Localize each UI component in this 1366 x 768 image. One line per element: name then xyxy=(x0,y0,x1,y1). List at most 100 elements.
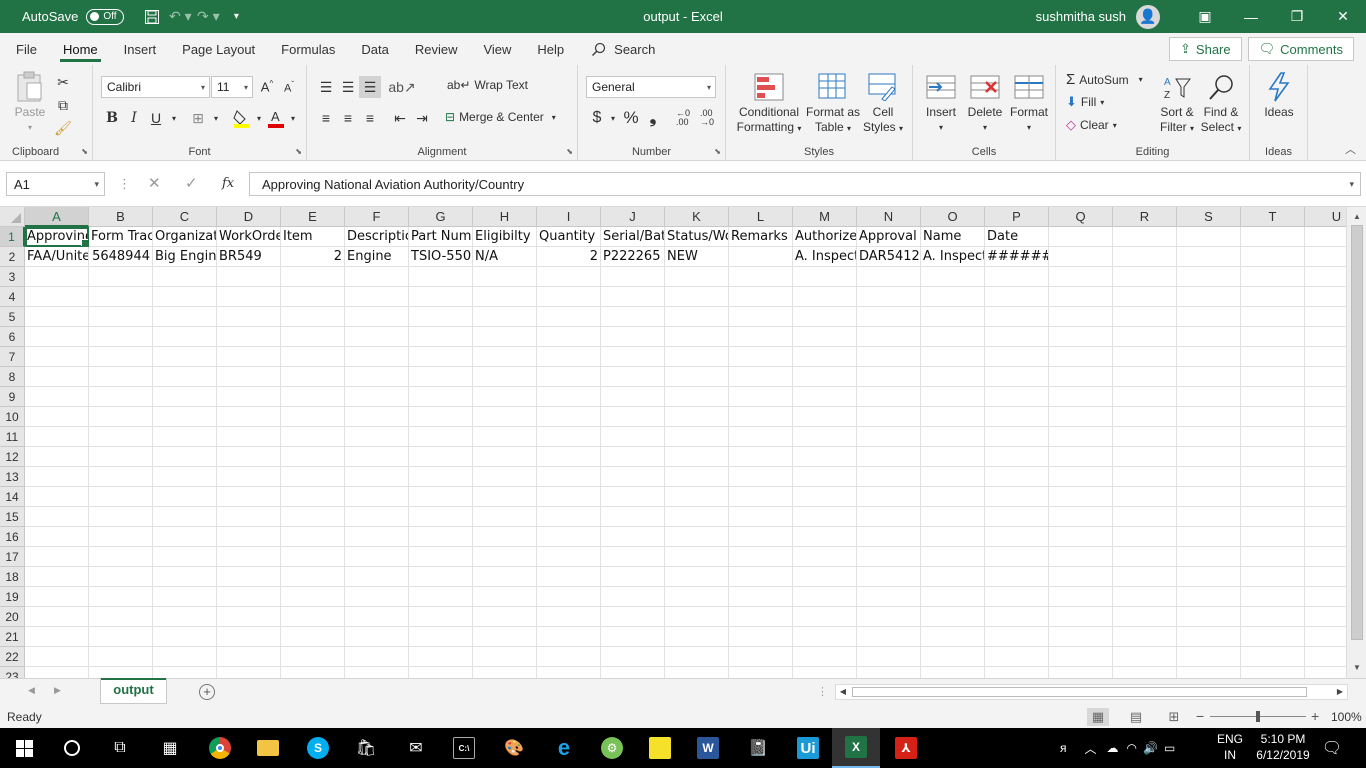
ideas-button[interactable]: Ideas xyxy=(1256,71,1302,120)
taskbar-uipath[interactable]: Ui xyxy=(784,728,832,768)
cell-k23[interactable] xyxy=(665,667,729,678)
cell-m5[interactable] xyxy=(793,307,857,327)
cell-c6[interactable] xyxy=(153,327,217,347)
cell-m8[interactable] xyxy=(793,367,857,387)
cell-n12[interactable] xyxy=(857,447,921,467)
cell-g18[interactable] xyxy=(409,567,473,587)
minimize-button[interactable]: — xyxy=(1228,0,1274,33)
cell-i19[interactable] xyxy=(537,587,601,607)
cell-t4[interactable] xyxy=(1241,287,1305,307)
column-header-o[interactable]: O xyxy=(921,207,985,227)
cell-r23[interactable] xyxy=(1113,667,1177,678)
cell-m3[interactable] xyxy=(793,267,857,287)
cell-h10[interactable] xyxy=(473,407,537,427)
cell-b11[interactable] xyxy=(89,427,153,447)
taskbar-acrobat[interactable]: ⅄ xyxy=(882,728,930,768)
cell-r15[interactable] xyxy=(1113,507,1177,527)
decrease-decimal-button[interactable]: .00 →0 xyxy=(696,107,718,129)
borders-dropdown[interactable]: ▾ xyxy=(205,107,227,129)
cell-a17[interactable] xyxy=(25,547,89,567)
cell-h5[interactable] xyxy=(473,307,537,327)
increase-decimal-button[interactable]: ←0.00 xyxy=(672,107,694,129)
cell-o9[interactable] xyxy=(921,387,985,407)
cell-f18[interactable] xyxy=(345,567,409,587)
number-format-combo[interactable]: General ▾ xyxy=(586,76,716,98)
cell-t2[interactable] xyxy=(1241,247,1305,267)
cell-t3[interactable] xyxy=(1241,267,1305,287)
customize-qat-button[interactable]: ▾ xyxy=(222,0,250,33)
cell-h12[interactable] xyxy=(473,447,537,467)
cell-s7[interactable] xyxy=(1177,347,1241,367)
cell-o3[interactable] xyxy=(921,267,985,287)
cell-r3[interactable] xyxy=(1113,267,1177,287)
cell-d11[interactable] xyxy=(217,427,281,447)
cell-l1[interactable]: Remarks xyxy=(729,227,793,247)
cell-c2[interactable]: Big Engine xyxy=(153,247,217,267)
cell-t13[interactable] xyxy=(1241,467,1305,487)
cell-s12[interactable] xyxy=(1177,447,1241,467)
scroll-down-icon[interactable]: ▼ xyxy=(1347,660,1366,676)
tell-me-search[interactable]: Search xyxy=(577,42,655,57)
middle-align-button[interactable]: ☰ xyxy=(337,76,359,98)
cell-t20[interactable] xyxy=(1241,607,1305,627)
cell-o19[interactable] xyxy=(921,587,985,607)
cell-s5[interactable] xyxy=(1177,307,1241,327)
row-header-13[interactable]: 13 xyxy=(0,467,25,487)
cell-e7[interactable] xyxy=(281,347,345,367)
autosum-button[interactable]: Σ AutoSum ▾ xyxy=(1066,71,1143,88)
cell-i17[interactable] xyxy=(537,547,601,567)
cell-h17[interactable] xyxy=(473,547,537,567)
normal-view-button[interactable]: ▦ xyxy=(1087,708,1109,726)
cell-p17[interactable] xyxy=(985,547,1049,567)
cell-f10[interactable] xyxy=(345,407,409,427)
cell-f2[interactable]: Engine xyxy=(345,247,409,267)
cell-d9[interactable] xyxy=(217,387,281,407)
cell-g2[interactable]: TSIO-550B xyxy=(409,247,473,267)
cell-n6[interactable] xyxy=(857,327,921,347)
cell-a23[interactable] xyxy=(25,667,89,678)
cell-c14[interactable] xyxy=(153,487,217,507)
formula-input[interactable]: Approving National Aviation Authority/Co… xyxy=(249,172,1361,196)
cell-a18[interactable] xyxy=(25,567,89,587)
cell-c3[interactable] xyxy=(153,267,217,287)
tab-data[interactable]: Data xyxy=(348,33,401,65)
merge-center-button[interactable]: ⊟ Merge & Center ▾ xyxy=(445,110,556,124)
cell-r21[interactable] xyxy=(1113,627,1177,647)
cell-k19[interactable] xyxy=(665,587,729,607)
row-header-1[interactable]: 1 xyxy=(0,227,25,247)
column-header-h[interactable]: H xyxy=(473,207,537,227)
cell-e17[interactable] xyxy=(281,547,345,567)
cell-b21[interactable] xyxy=(89,627,153,647)
taskbar-skype[interactable]: S xyxy=(294,728,342,768)
cell-k5[interactable] xyxy=(665,307,729,327)
cell-n5[interactable] xyxy=(857,307,921,327)
cortana-button[interactable] xyxy=(48,728,96,768)
wrap-text-button[interactable]: ab↵ Wrap Text xyxy=(447,78,528,92)
cell-j13[interactable] xyxy=(601,467,665,487)
cell-f4[interactable] xyxy=(345,287,409,307)
cell-e11[interactable] xyxy=(281,427,345,447)
cell-d14[interactable] xyxy=(217,487,281,507)
cell-a10[interactable] xyxy=(25,407,89,427)
column-header-l[interactable]: L xyxy=(729,207,793,227)
cell-c5[interactable] xyxy=(153,307,217,327)
cell-o2[interactable]: A. Inspect xyxy=(921,247,985,267)
cell-a19[interactable] xyxy=(25,587,89,607)
save-button[interactable] xyxy=(138,0,166,33)
cell-e2[interactable]: 2 xyxy=(281,247,345,267)
row-header-12[interactable]: 12 xyxy=(0,447,25,467)
cell-o7[interactable] xyxy=(921,347,985,367)
format-painter-button[interactable]: 🖌 xyxy=(52,117,74,139)
font-name-combo[interactable]: Calibri ▾ xyxy=(101,76,210,98)
cell-b19[interactable] xyxy=(89,587,153,607)
cell-l21[interactable] xyxy=(729,627,793,647)
cell-j16[interactable] xyxy=(601,527,665,547)
cell-q6[interactable] xyxy=(1049,327,1113,347)
cell-j5[interactable] xyxy=(601,307,665,327)
cell-b9[interactable] xyxy=(89,387,153,407)
italic-button[interactable]: I xyxy=(123,107,145,129)
cell-s13[interactable] xyxy=(1177,467,1241,487)
cell-m21[interactable] xyxy=(793,627,857,647)
cell-f6[interactable] xyxy=(345,327,409,347)
horizontal-scrollbar[interactable]: ◀ ▶ xyxy=(835,684,1348,700)
